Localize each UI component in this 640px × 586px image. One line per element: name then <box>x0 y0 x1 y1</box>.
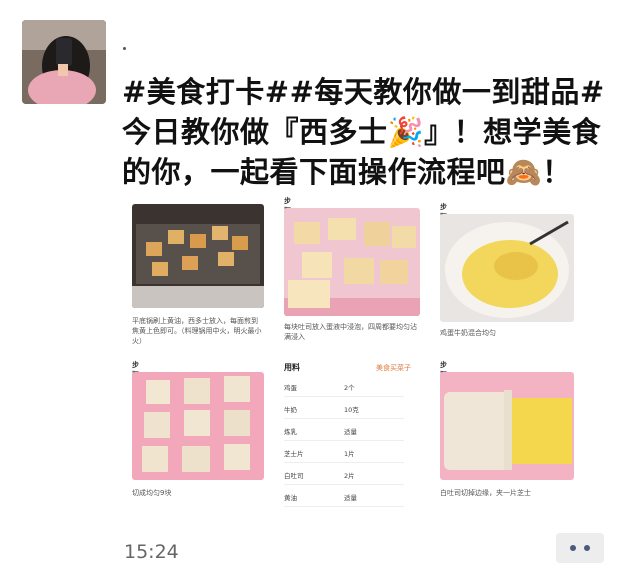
ingredient-row: 炼乳 适量 <box>284 420 404 441</box>
ingredients-buy-link[interactable]: 美食买菜子 <box>376 363 411 373</box>
step-2-caption: 切成均匀9块 <box>132 489 172 497</box>
ingredient-qty: 2片 <box>344 472 355 480</box>
step-3-caption: 鸡蛋牛奶混合均匀 <box>440 329 496 337</box>
ingredient-row: 白吐司 2片 <box>284 464 404 485</box>
ingredient-name: 牛奶 <box>284 406 297 414</box>
step-1-caption: 白吐司切掉边缘，夹一片芝士 <box>440 489 531 497</box>
ingredient-qty: 2个 <box>344 384 355 392</box>
step-4-caption: 每块吐司放入蛋液中浸泡，四周都要均匀沾满浸入 <box>284 323 417 341</box>
step-4-photo <box>284 208 420 316</box>
step-3-photo <box>440 214 574 322</box>
ingredient-name: 炼乳 <box>284 428 297 436</box>
more-dots-icon <box>570 545 576 551</box>
avatar-photo <box>22 20 106 104</box>
ingredient-row: 芝士片 1片 <box>284 442 404 463</box>
post-text: #美食打卡##每天教你做一到甜品#今日教你做『西多士🎉』！想学美食的你，一起看下… <box>122 72 622 192</box>
more-dots-icon <box>584 545 590 551</box>
ingredient-name: 鸡蛋 <box>284 384 297 392</box>
step-5-caption: 平底锅刷上黄油，西多士放入，每面煎到焦黄上色即可。（料理锅用中火，明火最小火） <box>132 317 262 345</box>
recipe-image[interactable]: 平底锅刷上黄油，西多士放入，每面煎到焦黄上色即可。（料理锅用中火，明火最小火） … <box>122 192 590 528</box>
ingredient-name: 芝士片 <box>284 450 304 458</box>
ingredients-card: 用料 美食买菜子 鸡蛋 2个 牛奶 10克 炼乳 适量 芝士片 1片 白吐司 2… <box>284 362 420 512</box>
online-dot <box>123 47 126 50</box>
ingredient-name: 白吐司 <box>284 472 304 480</box>
post-text-content: #美食打卡##每天教你做一到甜品#今日教你做『西多士🎉』！想学美食的你，一起看下… <box>122 75 605 189</box>
more-button[interactable] <box>556 533 604 563</box>
step-5-photo <box>132 204 264 308</box>
ingredient-row: 黄油 适量 <box>284 486 404 507</box>
ingredient-row: 鸡蛋 2个 <box>284 376 404 397</box>
ingredient-qty: 适量 <box>344 428 357 436</box>
step-1-photo <box>440 372 574 480</box>
post-time: 15:24 <box>124 541 179 563</box>
ingredient-qty: 10克 <box>344 406 359 414</box>
avatar[interactable] <box>22 20 106 104</box>
ingredients-title: 用料 <box>284 363 300 372</box>
step-2-photo <box>132 372 264 480</box>
ingredient-qty: 1片 <box>344 450 355 458</box>
ingredient-name: 黄油 <box>284 494 297 502</box>
ingredient-qty: 适量 <box>344 494 357 502</box>
ingredient-row: 牛奶 10克 <box>284 398 404 419</box>
